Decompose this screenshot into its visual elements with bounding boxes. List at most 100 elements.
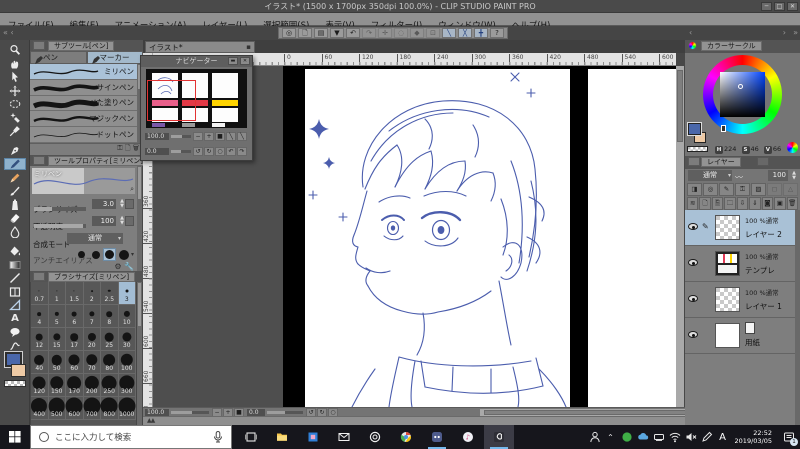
brush-size-2[interactable]: 2 bbox=[83, 282, 101, 305]
fit-icon[interactable]: ■ bbox=[215, 132, 225, 141]
actual-size-icon[interactable]: ╲ bbox=[226, 132, 236, 141]
wrench-icon[interactable]: 🔧 bbox=[124, 262, 134, 271]
itunes-icon[interactable]: ♪ bbox=[453, 425, 483, 449]
file-explorer-icon[interactable] bbox=[267, 425, 297, 449]
marker-tool-icon[interactable] bbox=[4, 158, 26, 170]
close-palette-icon[interactable]: ✕ bbox=[240, 57, 250, 65]
subtool-tab-マーカー[interactable]: マーカー bbox=[86, 51, 143, 64]
transparent-color-swatch[interactable] bbox=[4, 380, 26, 387]
photos-icon[interactable] bbox=[298, 425, 328, 449]
blend-mode-dropdown[interactable]: 通常 bbox=[67, 233, 123, 244]
layer-opacity-value[interactable]: 100 bbox=[768, 170, 788, 181]
brush-size-20[interactable]: 20 bbox=[83, 328, 101, 351]
task-view-icon[interactable] bbox=[236, 425, 266, 449]
layer-name[interactable]: 用紙 bbox=[745, 337, 760, 348]
brush-size-500[interactable]: 500 bbox=[48, 397, 66, 420]
eraser-tool-icon[interactable] bbox=[4, 212, 26, 224]
microphone-icon[interactable] bbox=[213, 431, 223, 443]
redo-icon[interactable]: ↷ bbox=[362, 28, 376, 38]
clear-selection-icon[interactable]: ◌ bbox=[394, 28, 408, 38]
snap-ruler-icon[interactable]: ╲ bbox=[442, 28, 456, 38]
stepper-icon[interactable]: ▲ ▼ bbox=[120, 199, 124, 209]
layer-row[interactable]: ✎ 100 %通常 レイヤー 2 bbox=[685, 210, 795, 246]
brush-size-value[interactable]: 3.0 bbox=[92, 199, 116, 209]
canvas-page-2[interactable] bbox=[588, 69, 676, 407]
subtool-item[interactable]: ドットペン bbox=[30, 127, 137, 143]
minimize-icon[interactable]: ─ bbox=[761, 2, 772, 11]
stepper-icon[interactable]: ▲ ▼ bbox=[792, 171, 796, 181]
subtool-item[interactable]: べた塗りペン bbox=[30, 96, 137, 112]
subtool-item[interactable]: マジックペン bbox=[30, 111, 137, 128]
start-button[interactable] bbox=[0, 425, 30, 449]
text-tool-icon[interactable]: A bbox=[4, 313, 26, 325]
pen-tool-icon[interactable] bbox=[4, 145, 26, 157]
navigator-zoom-slider[interactable] bbox=[171, 135, 191, 138]
lock-transparent-icon[interactable]: ▨ bbox=[751, 183, 766, 196]
lock-layer-icon[interactable]: ⚿ bbox=[735, 183, 750, 196]
ruler-tool-icon[interactable] bbox=[4, 299, 26, 311]
minimize-palette-icon[interactable]: ▬ bbox=[228, 57, 238, 65]
antialias-strong[interactable] bbox=[117, 248, 130, 261]
chevron-down-icon[interactable]: ▾ bbox=[131, 251, 134, 258]
brush-size-17[interactable]: 17 bbox=[66, 328, 84, 351]
brush-size-10[interactable]: 10 bbox=[118, 305, 136, 328]
delete-layer-icon[interactable]: 🗑 bbox=[786, 197, 798, 210]
brush-size-12[interactable]: 12 bbox=[31, 328, 49, 351]
enable-mask-icon[interactable]: ◻ bbox=[767, 183, 782, 196]
collapse-icon[interactable]: ‹ bbox=[689, 28, 692, 37]
layer-thumbnail[interactable] bbox=[715, 323, 740, 348]
brush-size-30[interactable]: 30 bbox=[118, 328, 136, 351]
ruler-range-icon[interactable]: △ bbox=[783, 183, 798, 196]
palette-menu-icon[interactable] bbox=[33, 156, 45, 165]
undo-icon[interactable]: ↶ bbox=[346, 28, 360, 38]
magnifier-icon[interactable]: ⌕ bbox=[130, 185, 134, 194]
layer-thumbnail[interactable] bbox=[715, 215, 740, 240]
brush-size-150[interactable]: 150 bbox=[48, 374, 66, 397]
wifi-icon[interactable] bbox=[667, 429, 683, 445]
layer-visibility-eye-icon[interactable] bbox=[688, 331, 698, 338]
layer-visibility-eye-icon[interactable] bbox=[688, 223, 698, 230]
antialias-weak[interactable] bbox=[89, 248, 102, 261]
collapse-left-icon[interactable]: « ‹ bbox=[3, 28, 14, 37]
brush-size-600[interactable]: 600 bbox=[65, 397, 84, 420]
brush-tool-icon[interactable] bbox=[4, 185, 26, 197]
clip-studio-icon[interactable] bbox=[360, 425, 390, 449]
layer-row[interactable]: 100 %通常 テンプレ bbox=[685, 246, 795, 282]
antialias-none[interactable] bbox=[75, 248, 88, 261]
zoom-tool-icon[interactable] bbox=[4, 44, 26, 56]
brush-size-300[interactable]: 300 bbox=[118, 374, 136, 397]
brush-size-1.5[interactable]: 1.5 bbox=[66, 282, 84, 305]
brush-size-2.5[interactable]: 2.5 bbox=[101, 282, 119, 305]
layer-thumbnail[interactable] bbox=[715, 251, 740, 276]
open-file-icon[interactable]: ▤ bbox=[314, 28, 328, 38]
eyedropper-tool-icon[interactable] bbox=[4, 125, 26, 137]
layer-row[interactable]: 用紙 bbox=[685, 318, 795, 354]
cloud-sync-icon[interactable] bbox=[635, 429, 651, 445]
palette-menu-icon[interactable] bbox=[33, 272, 45, 281]
action-center-icon[interactable]: 1 bbox=[778, 425, 800, 449]
zoom-in-icon[interactable]: + bbox=[204, 132, 214, 141]
discord-icon[interactable] bbox=[422, 425, 452, 449]
tool-property-scrollbar[interactable] bbox=[137, 166, 142, 271]
opacity-settings-icon[interactable] bbox=[125, 216, 134, 226]
show-palette-chevrons-icon[interactable]: ▲▲ bbox=[147, 417, 155, 424]
navigator-angle-value[interactable]: 0.0 bbox=[145, 148, 169, 155]
navigator-view-rect[interactable] bbox=[147, 80, 196, 121]
brush-size-80[interactable]: 80 bbox=[101, 351, 119, 374]
close-icon[interactable]: ✕ bbox=[787, 2, 798, 11]
brush-size-3[interactable]: 3 bbox=[118, 282, 136, 305]
airbrush-tool-icon[interactable] bbox=[4, 199, 26, 211]
brush-size-250[interactable]: 250 bbox=[101, 374, 119, 397]
volume-muted-icon[interactable] bbox=[683, 429, 699, 445]
new-vector-layer-icon[interactable]: 🖺 bbox=[711, 197, 724, 210]
new-layer-icon[interactable]: 🗋 bbox=[699, 197, 711, 210]
sv-square[interactable] bbox=[720, 72, 765, 117]
subtool-item[interactable]: ミリペン bbox=[30, 64, 137, 80]
draft-layer-icon[interactable]: ✎ bbox=[719, 183, 734, 196]
brush-size-0.7[interactable]: 0.7 bbox=[31, 282, 49, 305]
deselect-icon[interactable]: ✛ bbox=[378, 28, 392, 38]
canvas-zoom-slider[interactable] bbox=[171, 411, 209, 414]
subtool-tab-ペン[interactable]: ペン bbox=[30, 51, 87, 64]
reset-rotation-icon[interactable]: ○ bbox=[215, 147, 225, 156]
hue-marker[interactable] bbox=[721, 125, 726, 132]
